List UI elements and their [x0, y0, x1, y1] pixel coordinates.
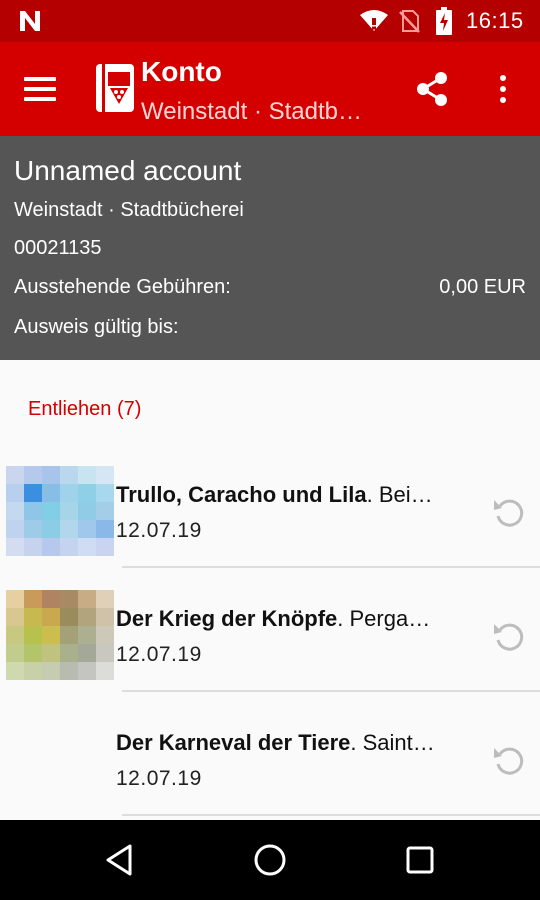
page-title: Konto — [141, 56, 222, 87]
renew-icon[interactable] — [488, 616, 528, 656]
loan-list-item[interactable]: Trullo, Caracho und Lila. Bei… 12.07.19 — [0, 444, 540, 568]
loans-section-header: Entliehen (7) — [28, 398, 142, 420]
account-name: Unnamed account — [14, 155, 242, 186]
loan-author: . Perga… — [337, 606, 431, 631]
book-cover-image — [6, 466, 114, 556]
account-number: 00021135 — [14, 237, 102, 259]
home-icon[interactable] — [250, 840, 290, 880]
renew-icon[interactable] — [488, 492, 528, 532]
loan-list-item[interactable]: Der Krieg der Knöpfe. Perga… 12.07.19 — [0, 568, 540, 692]
loan-title: Der Karneval der Tiere — [116, 730, 351, 755]
loan-due-date: 12.07.19 — [116, 519, 202, 542]
page-subtitle: Weinstadt · Stadtb… — [141, 98, 362, 125]
more-vert-icon[interactable] — [490, 69, 516, 109]
loan-title-line: Trullo, Caracho und Lila. Bei… — [116, 482, 478, 508]
fees-label: Ausstehende Gebühren: — [14, 276, 231, 298]
status-bar: 16:15 — [0, 0, 540, 42]
loan-due-date: 12.07.19 — [116, 767, 202, 790]
loan-due-date: 12.07.19 — [116, 643, 202, 666]
recents-icon[interactable] — [400, 840, 440, 880]
menu-icon[interactable] — [18, 67, 62, 111]
no-sim-icon — [399, 10, 420, 33]
share-icon[interactable] — [412, 69, 452, 109]
notification-n-icon — [20, 11, 40, 31]
clock-time: 16:15 — [466, 8, 524, 33]
card-valid-label: Ausweis gültig bis: — [14, 316, 179, 338]
loan-author: . Bei… — [366, 482, 433, 507]
book-cover-image — [6, 590, 114, 680]
renew-icon[interactable] — [488, 740, 528, 780]
wifi-icon — [360, 10, 388, 31]
back-icon[interactable] — [100, 840, 140, 880]
loan-list-item[interactable]: Der Karneval der Tiere. Saint… 12.07.19 — [0, 692, 540, 816]
loan-title: Trullo, Caracho und Lila — [116, 482, 367, 507]
list-divider — [122, 814, 540, 816]
fees-value: 0,00 EUR — [439, 276, 526, 298]
system-nav-bar — [0, 820, 540, 900]
loan-title: Der Krieg der Knöpfe — [116, 606, 338, 631]
battery-charging-icon — [436, 7, 452, 35]
loan-title-line: Der Krieg der Knöpfe. Perga… — [116, 606, 478, 632]
library-app-icon — [96, 64, 134, 112]
account-header: Unnamed account Weinstadt · Stadtbüchere… — [0, 136, 540, 360]
loan-author: . Saint… — [350, 730, 435, 755]
app-bar: Konto Weinstadt · Stadtb… — [0, 42, 540, 136]
account-library: Weinstadt · Stadtbücherei — [14, 199, 244, 221]
loan-title-line: Der Karneval der Tiere. Saint… — [116, 730, 478, 756]
